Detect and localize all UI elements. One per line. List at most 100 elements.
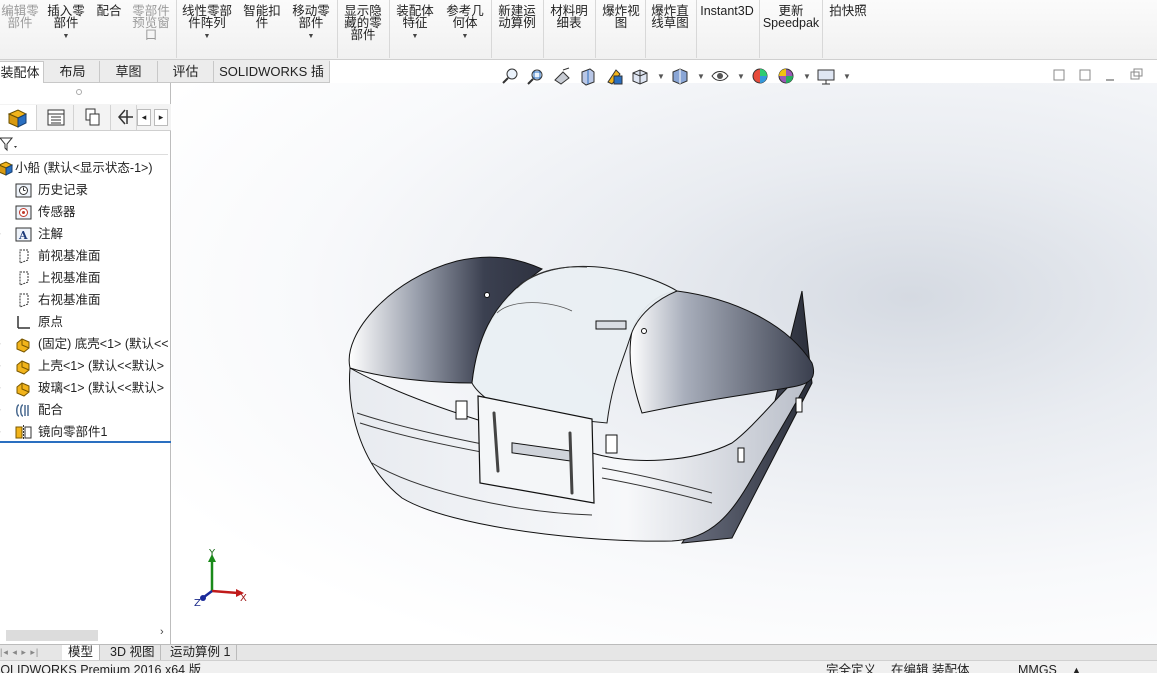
expand-arrow-icon[interactable]: ›	[0, 355, 1, 377]
zoom-to-area-button[interactable]	[526, 66, 546, 86]
tree-item-annotations[interactable]: › A 注解	[0, 223, 171, 245]
chevron-down-icon[interactable]: ▼	[657, 72, 665, 81]
expand-arrow-icon[interactable]: ›	[0, 333, 1, 355]
chevron-down-icon: ▼	[461, 33, 469, 40]
tab-property-manager[interactable]	[37, 105, 74, 130]
new-motion-study-button[interactable]: 新建运 动算例	[494, 0, 540, 30]
graphics-area[interactable]: Y X Z	[172, 83, 1157, 646]
tree-item-bottom-shell[interactable]: › (固定) 底壳<1> (默认<<	[0, 333, 171, 355]
tree-item-mirror-component[interactable]: › 镜向零部件1	[0, 421, 171, 443]
tree-item-label: 原点	[38, 315, 64, 329]
dynamic-annotation-view-button[interactable]	[604, 66, 624, 86]
annotation-view-icon	[607, 69, 623, 85]
expand-arrow-icon[interactable]: ›	[0, 377, 1, 399]
previous-view-icon	[554, 67, 570, 85]
tree-item-top-shell[interactable]: › 上壳<1> (默认<<默认>	[0, 355, 171, 377]
appearance-icon	[752, 68, 768, 84]
tree-item-top-plane[interactable]: 上视基准面	[0, 267, 171, 289]
svg-text:A: A	[18, 229, 28, 242]
feature-tree-filter[interactable]	[0, 133, 168, 155]
tree-item-label: 配合	[38, 403, 64, 417]
chevron-down-icon[interactable]: ▼	[843, 72, 851, 81]
tab-sketch[interactable]: 草图	[100, 61, 158, 83]
reference-geometry-button[interactable]: 参考几 何体 ▼	[442, 0, 488, 43]
update-speedpak-button[interactable]: 更新 Speedpak	[762, 0, 820, 30]
display-style-button[interactable]	[670, 66, 690, 86]
view-orientation-icon	[632, 69, 648, 85]
tree-item-front-plane[interactable]: 前视基准面	[0, 245, 171, 267]
status-units[interactable]: MMGS	[1018, 661, 1057, 673]
filter-icon	[0, 137, 17, 152]
previous-view-button[interactable]	[552, 66, 572, 86]
tree-item-right-plane[interactable]: 右视基准面	[0, 289, 171, 311]
hide-show-items-button[interactable]	[710, 66, 730, 86]
tab-navigation-arrows[interactable]: |◂ ◂ ▸ ▸|	[0, 647, 58, 659]
move-component-button[interactable]: 移动零 部件 ▼	[288, 0, 334, 43]
take-snapshot-button[interactable]: 拍快照	[825, 0, 871, 18]
zoom-to-fit-button[interactable]	[500, 66, 520, 86]
section-view-button[interactable]	[578, 66, 598, 86]
instant3d-button[interactable]: Instant3D	[699, 0, 755, 18]
edit-component-button[interactable]: 编辑零 部件	[0, 0, 40, 30]
linear-component-pattern-button[interactable]: 线性零部 件阵列 ▼	[178, 0, 236, 43]
smart-fasteners-button[interactable]: 智能扣 件	[240, 0, 284, 30]
tab-configuration-manager[interactable]	[74, 105, 111, 130]
tab-model[interactable]: 模型	[62, 645, 101, 661]
tab-scroll-right-button[interactable]: ▸	[154, 109, 168, 126]
tab-dimxpert-manager[interactable]	[111, 105, 137, 130]
panel-grip[interactable]	[76, 89, 82, 95]
tab-feature-manager[interactable]	[0, 105, 37, 130]
tab-motion-study-1[interactable]: 运动算例 1	[164, 645, 238, 661]
tab-3d-view[interactable]: 3D 视图	[104, 645, 162, 661]
separator	[176, 0, 177, 58]
exploded-view-button[interactable]: 爆炸视 图	[598, 0, 644, 30]
reference-triad: Y X Z	[194, 548, 247, 608]
scroll-right-arrow-icon[interactable]: ›	[160, 626, 164, 638]
boat-assembly-model[interactable]	[172, 83, 1157, 646]
mate-button[interactable]: 配合	[92, 0, 126, 18]
tree-item-origin[interactable]: 原点	[0, 311, 171, 333]
assembly-features-button[interactable]: 装配体 特征 ▼	[392, 0, 438, 43]
scrollbar-thumb[interactable]	[6, 630, 98, 641]
tab-scroll-left-button[interactable]: ◂	[137, 109, 151, 126]
tile-left-icon	[1053, 69, 1065, 81]
chevron-down-icon: ▼	[411, 33, 419, 40]
view-orientation-button[interactable]	[630, 66, 650, 86]
separator	[491, 0, 492, 58]
insert-components-button[interactable]: 插入零 部件 ▼	[44, 0, 88, 43]
tree-item-history[interactable]: 历史记录	[0, 179, 171, 201]
expand-arrow-icon[interactable]: ›	[0, 399, 1, 421]
tab-layout[interactable]: 布局	[46, 61, 100, 83]
status-editing: 在编辑 装配体	[891, 663, 970, 673]
tree-item-label: (固定) 底壳<1> (默认<<	[38, 337, 169, 351]
view-settings-button[interactable]	[816, 66, 836, 86]
tab-assembly[interactable]: 装配体	[0, 61, 44, 83]
chevron-up-icon[interactable]: ▲	[1072, 661, 1081, 673]
origin-icon	[17, 316, 30, 329]
plane-icon	[19, 271, 29, 286]
tree-item-sensors[interactable]: 传感器	[0, 201, 171, 223]
tree-root-item[interactable]: 小船 (默认<显示状态-1>)	[0, 157, 171, 179]
edit-appearance-button[interactable]	[750, 66, 770, 86]
chevron-down-icon[interactable]: ▼	[803, 72, 811, 81]
tree-item-mates[interactable]: › 配合	[0, 399, 171, 421]
status-bar: SOLIDWORKS Premium 2016 x64 版 完全定义 在编辑 装…	[0, 660, 1157, 673]
chevron-down-icon[interactable]: ▼	[737, 72, 745, 81]
expand-arrow-icon[interactable]: ›	[0, 223, 1, 245]
tree-item-label: 前视基准面	[38, 249, 101, 263]
tab-solidworks-addins[interactable]: SOLIDWORKS 插件	[214, 61, 330, 100]
tab-evaluate[interactable]: 评估	[158, 61, 214, 83]
explode-line-sketch-button[interactable]: 爆炸直 线草图	[647, 0, 693, 30]
separator	[822, 0, 823, 58]
expand-arrow-icon[interactable]: ›	[0, 421, 1, 441]
bill-of-materials-button[interactable]: 材料明 细表	[546, 0, 592, 30]
chevron-down-icon: ▼	[307, 33, 315, 40]
chevron-down-icon[interactable]: ▼	[697, 72, 705, 81]
panel-horizontal-scrollbar[interactable]: ›	[0, 626, 171, 643]
component-preview-button[interactable]: 零部件 预览窗 口	[128, 0, 174, 42]
tree-item-glass[interactable]: › 玻璃<1> (默认<<默认>	[0, 377, 171, 399]
show-hidden-components-button[interactable]: 显示隐 藏的零 部件	[340, 0, 386, 42]
apply-scene-button[interactable]	[776, 66, 796, 86]
viewport-buttons	[1053, 68, 1143, 81]
feature-tree-icon	[7, 109, 28, 128]
